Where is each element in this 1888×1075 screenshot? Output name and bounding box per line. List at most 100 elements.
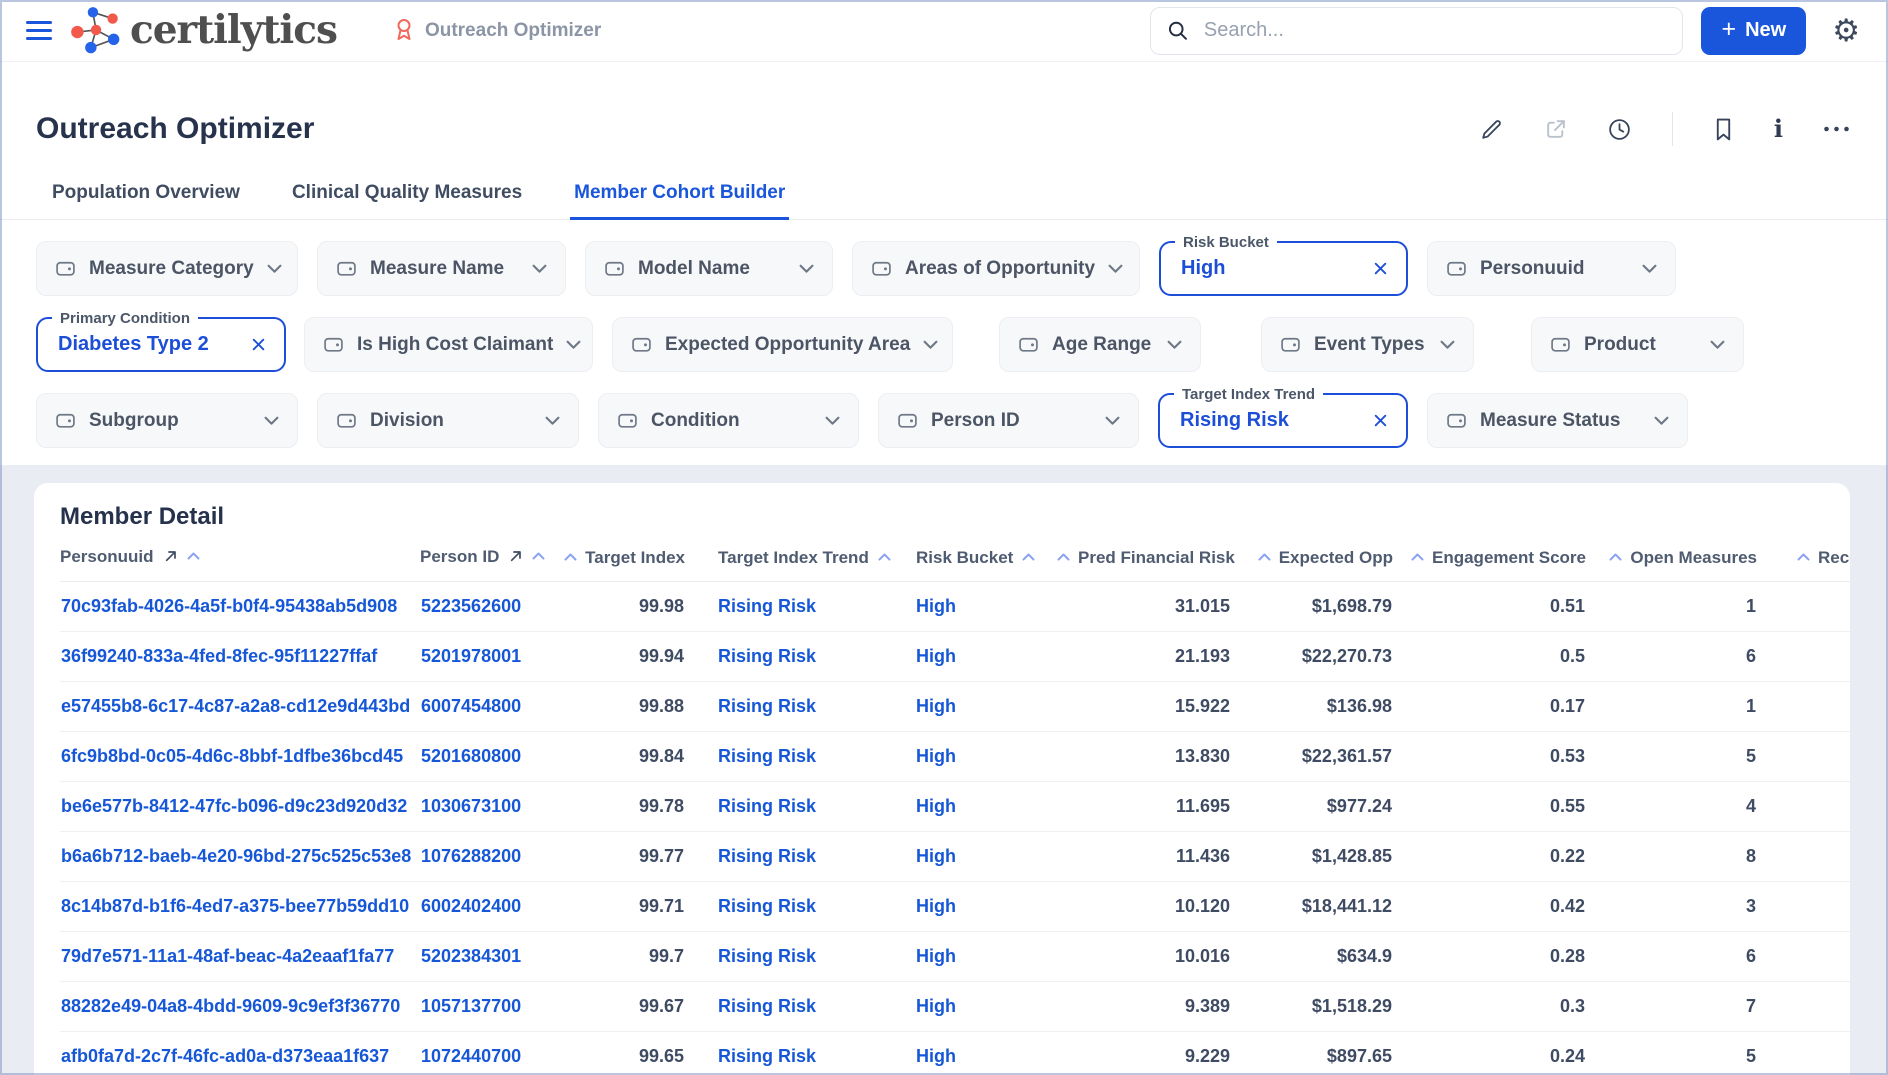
cell-value: 1 <box>1745 596 1756 616</box>
filter-chip-is-high-cost-claimant[interactable]: Is High Cost Claimant <box>304 317 593 372</box>
history-clock-icon[interactable] <box>1607 117 1632 142</box>
filter-chip-person-id[interactable]: Person ID <box>878 393 1139 448</box>
cell-target-index: 99.71 <box>550 881 685 932</box>
cell-link[interactable]: High <box>916 746 956 766</box>
cell-link[interactable]: 6fc9b8bd-0c05-4d6c-8bbf-1dfbe36bcd45 <box>61 746 403 766</box>
filter-chip-risk-bucket[interactable]: Risk Bucket High <box>1159 233 1408 296</box>
cell-link[interactable]: Rising Risk <box>718 1046 816 1066</box>
filter-chip-primary-condition[interactable]: Primary Condition Diabetes Type 2 <box>36 309 286 372</box>
cell-link[interactable]: High <box>916 846 956 866</box>
search-input[interactable] <box>1201 18 1667 43</box>
filter-chip-condition[interactable]: Condition <box>598 393 859 448</box>
cell-link[interactable]: High <box>916 946 956 966</box>
column-header-label: Engagement Score <box>1432 547 1586 567</box>
menu-icon[interactable] <box>26 21 52 40</box>
cell-link[interactable]: Rising Risk <box>718 996 816 1016</box>
close-icon[interactable] <box>1373 261 1388 276</box>
open-external-icon[interactable] <box>1544 118 1567 141</box>
cell-link[interactable]: 8c14b87d-b1f6-4ed7-a375-bee77b59dd10 <box>61 896 409 916</box>
filter-chip-measure-name[interactable]: Measure Name <box>317 241 566 296</box>
filter-chip-measure-category[interactable]: Measure Category <box>36 241 298 296</box>
cell-link[interactable]: 88282e49-04a8-4bdd-9609-9c9ef3f36770 <box>61 996 400 1016</box>
cell-link[interactable]: 6007454800 <box>421 696 521 716</box>
cell-risk-bucket: High <box>907 931 1057 982</box>
cell-link[interactable]: Rising Risk <box>718 796 816 816</box>
info-icon[interactable]: i <box>1774 117 1783 141</box>
close-icon[interactable] <box>251 337 266 352</box>
cell-link[interactable]: High <box>916 596 956 616</box>
close-icon[interactable] <box>1373 413 1388 428</box>
cell-target-index-trend: Rising Risk <box>685 781 907 832</box>
cell-link[interactable]: 5223562600 <box>421 596 521 616</box>
column-header-risk-bucket[interactable]: Risk Bucket <box>907 545 1057 582</box>
cell-link[interactable]: 79d7e571-11a1-48af-beac-4a2eaaf1fa77 <box>61 946 394 966</box>
cell-link[interactable]: Rising Risk <box>718 596 816 616</box>
cell-link[interactable]: Rising Risk <box>718 946 816 966</box>
filter-chip-areas-of-opportunity[interactable]: Areas of Opportunity <box>852 241 1140 296</box>
tab-bar: Population Overview Clinical Quality Meas… <box>0 182 1888 220</box>
cell-link[interactable]: High <box>916 646 956 666</box>
tab-population-overview[interactable]: Population Overview <box>48 182 244 219</box>
cell-link[interactable]: 1030673100 <box>421 796 521 816</box>
cell-link[interactable]: be6e577b-8412-47fc-b096-d9c23d920d32 <box>61 796 407 816</box>
cell-link[interactable]: Rising Risk <box>718 646 816 666</box>
cell-link[interactable]: High <box>916 796 956 816</box>
cell-link[interactable]: 1057137700 <box>421 996 521 1016</box>
cell-link[interactable]: 6002402400 <box>421 896 521 916</box>
settings-gear-icon[interactable]: ⚙ <box>1832 15 1860 46</box>
column-header-recer[interactable]: Recer <box>1757 545 1850 582</box>
column-header-pred-financial-risk[interactable]: Pred Financial Risk <box>1057 545 1235 582</box>
cell-link[interactable]: b6a6b712-baeb-4e20-96bd-275c525c53e8 <box>61 846 411 866</box>
cell-link[interactable]: afb0fa7d-2c7f-46fc-ad0a-d373eaa1f637 <box>61 1046 389 1066</box>
cell-link[interactable]: Rising Risk <box>718 896 816 916</box>
cell-link[interactable]: 5201978001 <box>421 646 521 666</box>
cell-link[interactable]: High <box>916 896 956 916</box>
breadcrumb[interactable]: Outreach Optimizer <box>393 17 601 44</box>
cell-link[interactable]: Rising Risk <box>718 846 816 866</box>
tag-icon <box>1280 334 1301 355</box>
column-header-target-index[interactable]: Target Index <box>550 545 685 582</box>
column-header-target-index-trend[interactable]: Target Index Trend <box>685 545 907 582</box>
cell-open-measures: 8 <box>1586 831 1757 882</box>
cell-link[interactable]: e57455b8-6c17-4c87-a2a8-cd12e9d443bd <box>61 696 410 716</box>
edit-pencil-icon[interactable] <box>1479 117 1504 142</box>
column-header-engagement-score[interactable]: Engagement Score <box>1393 545 1586 582</box>
filter-chip-event-types[interactable]: Event Types <box>1261 317 1474 372</box>
cell-personuuid: e57455b8-6c17-4c87-a2a8-cd12e9d443bd <box>60 681 420 732</box>
cell-value: 10.120 <box>1174 896 1230 916</box>
cell-link[interactable]: 5201680800 <box>421 746 521 766</box>
cell-link[interactable]: High <box>916 696 956 716</box>
search-box[interactable] <box>1150 6 1684 55</box>
new-button[interactable]: + New <box>1701 6 1807 55</box>
cell-link[interactable]: Rising Risk <box>718 696 816 716</box>
cell-link[interactable]: 1076288200 <box>421 846 521 866</box>
cell-link[interactable]: 70c93fab-4026-4a5f-b0f4-95438ab5d908 <box>61 596 397 616</box>
tab-member-cohort-builder[interactable]: Member Cohort Builder <box>570 182 790 220</box>
tag-icon <box>1550 334 1571 355</box>
column-header-person-id[interactable]: Person ID <box>420 545 550 582</box>
cell-link[interactable]: 5202384301 <box>421 946 521 966</box>
filter-chip-model-name[interactable]: Model Name <box>585 241 833 296</box>
filter-chip-division[interactable]: Division <box>317 393 579 448</box>
cell-target-index: 99.98 <box>550 581 685 632</box>
filter-chip-expected-opportunity-area[interactable]: Expected Opportunity Area <box>612 317 953 372</box>
column-header-personuuid[interactable]: Personuuid <box>60 545 420 582</box>
filter-chip-measure-status[interactable]: Measure Status <box>1427 393 1688 448</box>
cell-risk-bucket: High <box>907 881 1057 932</box>
cell-link[interactable]: 36f99240-833a-4fed-8fec-95f11227ffaf <box>61 646 377 666</box>
cell-link[interactable]: High <box>916 1046 956 1066</box>
filter-chip-product[interactable]: Product <box>1531 317 1744 372</box>
bookmark-icon[interactable] <box>1713 117 1734 142</box>
filter-chip-personuuid[interactable]: Personuuid <box>1427 241 1676 296</box>
more-ellipsis-icon[interactable] <box>1823 126 1850 132</box>
column-header-expected-opp[interactable]: Expected Opp <box>1231 545 1393 582</box>
filter-chip-target-index-trend[interactable]: Target Index Trend Rising Risk <box>1158 385 1408 448</box>
cell-link[interactable]: High <box>916 996 956 1016</box>
filter-chip-subgroup[interactable]: Subgroup <box>36 393 298 448</box>
cell-link[interactable]: 1072440700 <box>421 1046 521 1066</box>
tab-clinical-quality-measures[interactable]: Clinical Quality Measures <box>288 182 526 219</box>
column-header-open-measures[interactable]: Open Measures <box>1586 545 1757 582</box>
cell-link[interactable]: Rising Risk <box>718 746 816 766</box>
filter-chip-age-range[interactable]: Age Range <box>999 317 1201 372</box>
filter-chip-label: Areas of Opportunity <box>905 257 1096 279</box>
